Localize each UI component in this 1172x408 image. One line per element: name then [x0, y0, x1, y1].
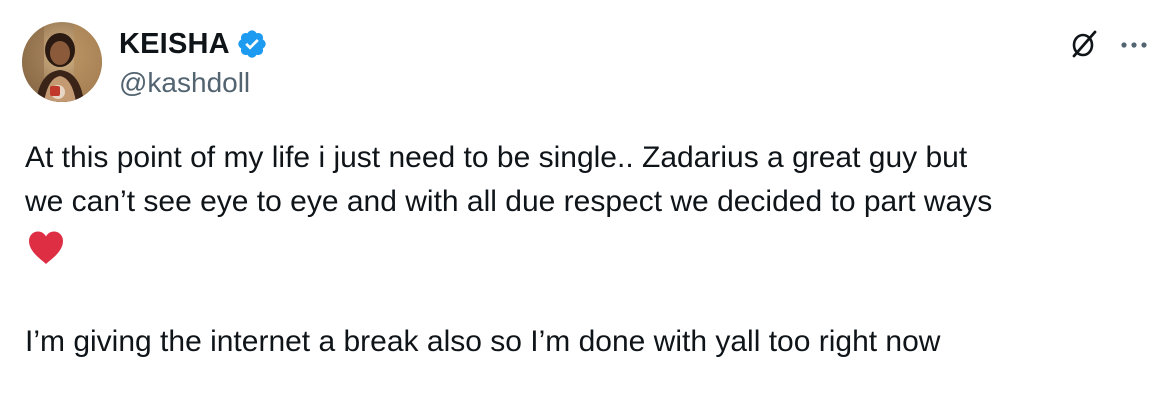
heart-emoji-icon: [27, 230, 65, 266]
tweet-paragraph-2: I’m giving the internet a break also so …: [25, 320, 1155, 364]
tweet-line-2: we can’t see eye to eye and with all due…: [25, 185, 993, 218]
avatar[interactable]: [22, 22, 102, 102]
tweet-paragraph-1: At this point of my life i just need to …: [25, 136, 1155, 224]
tweet-line-1: At this point of my life i just need to …: [25, 141, 968, 174]
more-icon: [1119, 37, 1149, 55]
author-block: KEISHA @kashdoll: [119, 25, 268, 99]
verified-badge-icon[interactable]: [236, 28, 268, 60]
tweet-card: KEISHA @kashdoll At this point of my lif…: [0, 0, 1172, 408]
grok-button[interactable]: [1064, 26, 1104, 66]
grok-icon: [1068, 28, 1100, 65]
author-name-row[interactable]: KEISHA: [119, 25, 268, 63]
author-handle[interactable]: @kashdoll: [119, 67, 268, 99]
more-options-button[interactable]: [1112, 26, 1156, 66]
tweet-line-3: I’m giving the internet a break also so …: [25, 325, 941, 358]
display-name[interactable]: KEISHA: [119, 28, 230, 61]
tweet-text: At this point of my life i just need to …: [25, 136, 1155, 364]
